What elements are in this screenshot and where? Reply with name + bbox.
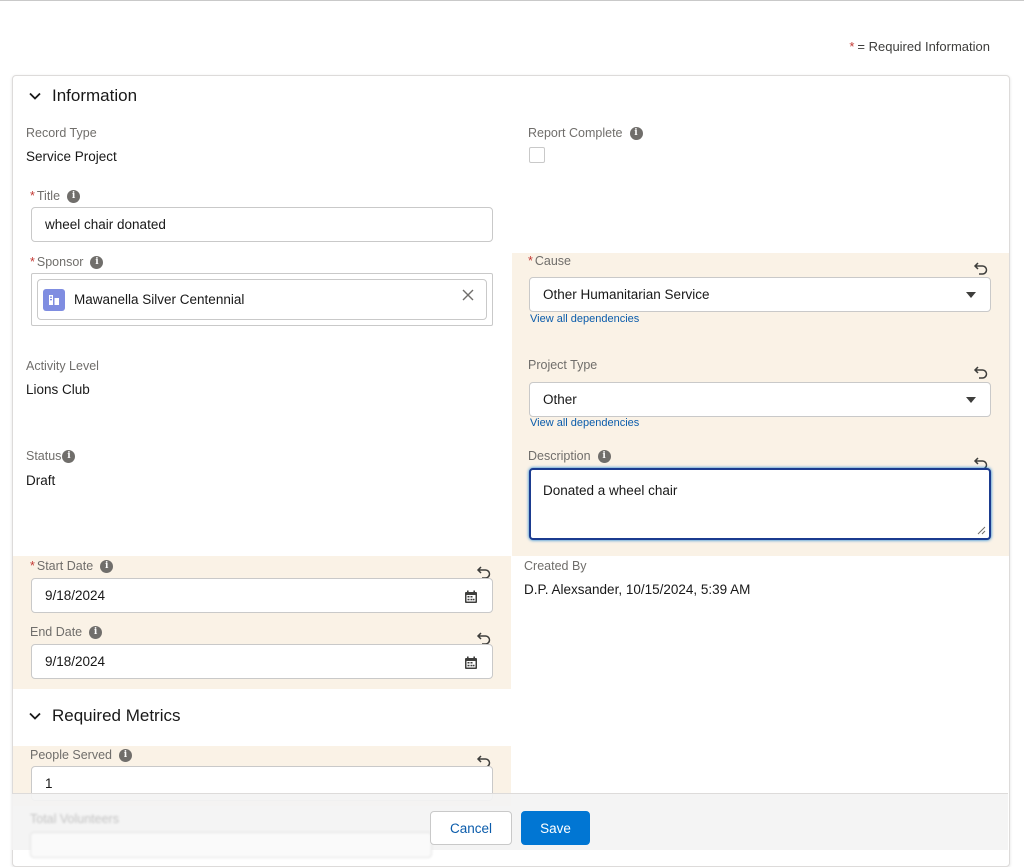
sponsor-lookup: Mawanella Silver Centennial — [31, 273, 493, 326]
project-type-value: Other — [543, 392, 577, 407]
info-icon[interactable]: i — [100, 559, 114, 573]
created-by-value: D.P. Alexsander, 10/15/2024, 5:39 AM — [524, 582, 751, 597]
status-label-text: Status — [26, 449, 62, 463]
info-icon[interactable]: i — [597, 449, 611, 463]
required-star: * — [528, 254, 533, 268]
form-footer: Total Volunteers Cancel Save — [12, 793, 1008, 858]
project-type-view-dependencies-link[interactable]: View all dependencies — [530, 417, 639, 429]
cause-label-text: Cause — [534, 254, 572, 268]
sponsor-label: * Sponsor i — [30, 255, 104, 269]
undo-icon[interactable] — [973, 364, 989, 380]
dropdown-caret-icon — [966, 397, 976, 403]
chevron-down-icon — [29, 92, 41, 100]
undo-icon[interactable] — [973, 260, 989, 276]
people-served-label-text: People Served — [30, 748, 113, 762]
dropdown-caret-icon — [966, 292, 976, 298]
report-complete-label: Report Complete i — [528, 126, 643, 140]
created-by-label: Created By — [524, 559, 587, 573]
info-icon[interactable]: i — [629, 126, 643, 140]
end-date-value: 9/18/2024 — [45, 654, 106, 669]
start-date-value: 9/18/2024 — [45, 588, 106, 603]
info-icon[interactable]: i — [62, 449, 76, 463]
status-value: Draft — [26, 473, 56, 488]
sponsor-selected-pill[interactable]: Mawanella Silver Centennial — [37, 279, 487, 320]
activity-level-value: Lions Club — [26, 382, 90, 397]
status-label: Status i — [26, 449, 76, 463]
calendar-icon[interactable] — [464, 656, 478, 670]
close-icon[interactable] — [462, 289, 474, 301]
title-label-text: Title — [36, 189, 61, 203]
resize-grip-icon[interactable] — [976, 525, 986, 535]
chevron-down-icon — [29, 712, 41, 720]
end-date-label-text: End Date — [30, 625, 83, 639]
description-value: Donated a wheel chair — [543, 483, 678, 498]
total-volunteers-input — [30, 832, 432, 858]
calendar-icon[interactable] — [464, 590, 478, 604]
description-textarea[interactable]: Donated a wheel chair — [529, 468, 991, 540]
info-icon[interactable]: i — [67, 189, 81, 203]
created-by-label-text: Created By — [524, 559, 587, 573]
info-icon[interactable]: i — [119, 748, 133, 762]
report-complete-checkbox[interactable] — [529, 147, 545, 163]
project-type-combobox[interactable]: Other — [529, 382, 991, 417]
section-header-required-metrics[interactable]: Required Metrics — [27, 706, 181, 726]
record-type-label-text: Record Type — [26, 126, 97, 140]
total-volunteers-label: Total Volunteers — [30, 812, 119, 826]
section-title-required-metrics: Required Metrics — [52, 706, 181, 725]
save-button[interactable]: Save — [521, 811, 590, 845]
cause-label: * Cause — [528, 254, 571, 268]
required-star: * — [30, 255, 35, 269]
record-edit-card: Information Record Type Service Project … — [12, 75, 1010, 867]
info-icon[interactable]: i — [89, 625, 103, 639]
info-icon[interactable]: i — [90, 255, 104, 269]
cause-combobox[interactable]: Other Humanitarian Service — [529, 277, 991, 312]
report-complete-label-text: Report Complete — [528, 126, 623, 140]
required-star: * — [30, 189, 35, 203]
people-served-label: People Served i — [30, 748, 133, 762]
account-icon — [43, 288, 65, 311]
cause-view-dependencies-link[interactable]: View all dependencies — [530, 313, 639, 325]
title-label: * Title i — [30, 189, 81, 203]
sponsor-value: Mawanella Silver Centennial — [74, 292, 245, 307]
project-type-label-text: Project Type — [528, 358, 598, 372]
start-date-label-text: Start Date — [36, 559, 94, 573]
record-type-label: Record Type — [26, 126, 97, 140]
cause-value: Other Humanitarian Service — [543, 287, 710, 302]
required-information-note: * = Required Information — [849, 39, 990, 54]
description-label: Description i — [528, 449, 611, 463]
start-date-label: * Start Date i — [30, 559, 114, 573]
end-date-label: End Date i — [30, 625, 103, 639]
record-type-value: Service Project — [26, 149, 117, 164]
title-input[interactable]: wheel chair donated — [31, 207, 493, 242]
section-header-information[interactable]: Information — [27, 86, 137, 106]
required-star: * — [849, 39, 855, 54]
section-title-information: Information — [52, 86, 138, 105]
activity-level-label-text: Activity Level — [26, 359, 99, 373]
required-note-text: = Required Information — [857, 39, 990, 54]
top-divider — [0, 0, 1024, 1]
project-type-label: Project Type — [528, 358, 597, 372]
end-date-input[interactable]: 9/18/2024 — [31, 644, 493, 679]
activity-level-label: Activity Level — [26, 359, 99, 373]
sponsor-label-text: Sponsor — [36, 255, 84, 269]
description-label-text: Description — [528, 449, 591, 463]
start-date-input[interactable]: 9/18/2024 — [31, 578, 493, 613]
required-star: * — [30, 559, 35, 573]
cancel-button[interactable]: Cancel — [430, 811, 512, 845]
